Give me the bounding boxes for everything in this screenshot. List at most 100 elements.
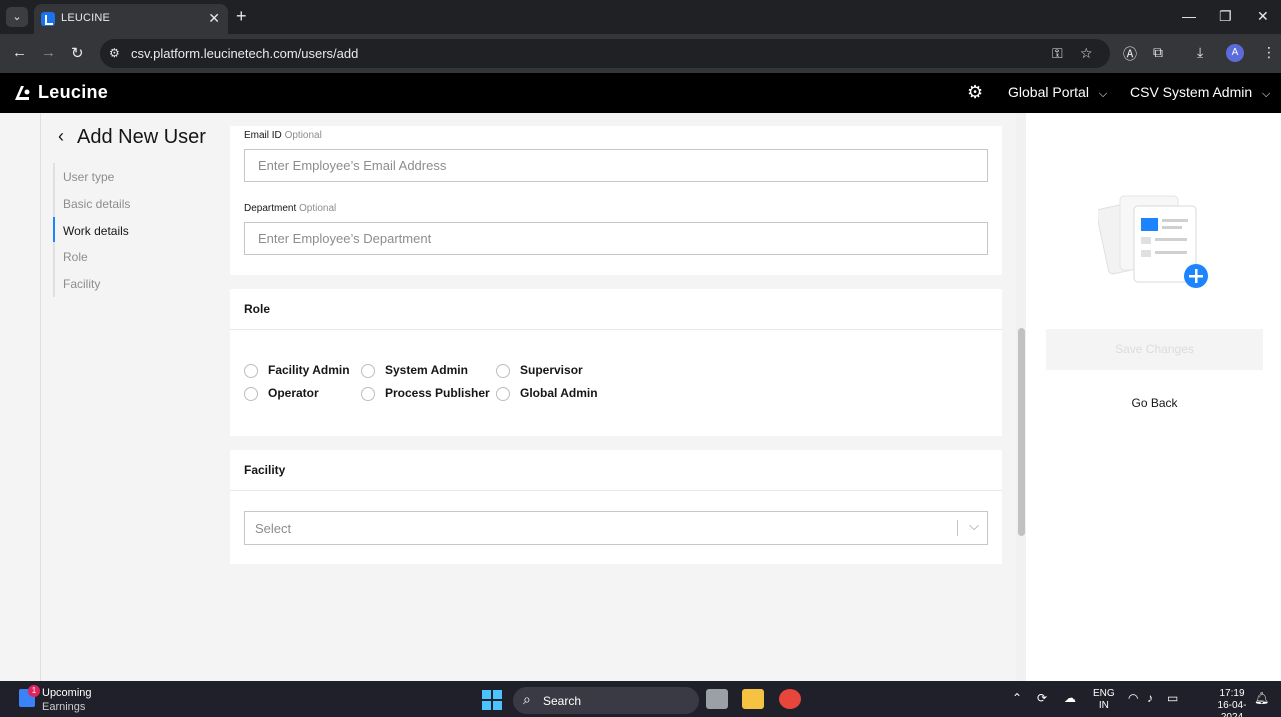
tray-overflow-icon[interactable]: ⌃: [1012, 691, 1022, 705]
radio-circle[interactable]: [496, 364, 510, 378]
language-code: ENG: [1093, 688, 1115, 699]
email-optional-tag: Optional: [284, 130, 322, 141]
facility-select[interactable]: Select ⌵: [244, 511, 988, 545]
file-explorer-icon[interactable]: [742, 689, 764, 709]
facility-card: Facility Select ⌵: [230, 450, 1002, 564]
divider: [230, 490, 1002, 491]
role-card: Role Facility Admin System Admin Supervi…: [230, 289, 1002, 436]
close-tab-icon[interactable]: ✕: [208, 10, 220, 27]
windows-start-icon[interactable]: [482, 690, 502, 710]
address-bar[interactable]: ⚙ csv.platform.leucinetech.com/users/add…: [100, 39, 1110, 68]
chrome-icon[interactable]: [779, 689, 801, 709]
news-widget-title[interactable]: Upcoming: [42, 687, 92, 699]
radio-circle[interactable]: [361, 387, 375, 401]
window-close-icon[interactable]: ✕: [1257, 8, 1269, 25]
app-header: Leucine ⚙ Global Portal ⌵ CSV System Adm…: [0, 73, 1281, 113]
scrollbar-thumb[interactable]: [1018, 328, 1025, 536]
new-tab-button[interactable]: +: [236, 6, 247, 27]
news-widget-subtitle[interactable]: Earnings: [42, 701, 85, 713]
settings-gear-icon[interactable]: ⚙: [967, 82, 983, 103]
radio-label[interactable]: Operator: [268, 386, 319, 400]
radio-label[interactable]: Supervisor: [520, 363, 583, 377]
reload-icon[interactable]: ↻: [71, 44, 84, 62]
radio-label[interactable]: System Admin: [385, 363, 468, 377]
radio-circle[interactable]: [361, 364, 375, 378]
clock[interactable]: 17:1916-04-2024: [1212, 688, 1252, 717]
chevron-down-icon: ⌵: [1262, 88, 1271, 100]
notification-bell-icon[interactable]: 🔔︎: [1254, 691, 1269, 705]
radio-circle[interactable]: [496, 387, 510, 401]
volume-icon[interactable]: ♪: [1147, 691, 1153, 705]
step-facility[interactable]: Facility: [63, 277, 100, 291]
bookmark-star-icon[interactable]: ☆: [1080, 45, 1093, 62]
download-icon[interactable]: ⤓: [1197, 44, 1203, 61]
step-basic-details[interactable]: Basic details: [63, 197, 130, 211]
add-document-illustration-icon: [1098, 195, 1208, 288]
back-nav-icon[interactable]: ←: [12, 44, 27, 61]
taskbar-search[interactable]: ⌕ Search: [513, 687, 699, 714]
leucine-logo-icon: [15, 86, 30, 100]
step-active-indicator: [53, 217, 55, 242]
tab-search-button[interactable]: ⌄: [6, 7, 28, 27]
taskbar-search-label: Search: [543, 694, 582, 708]
portal-menu-label: Global Portal: [1008, 84, 1089, 100]
back-arrow-icon[interactable]: ‹: [58, 126, 64, 147]
password-key-icon[interactable]: ⚿: [1052, 45, 1063, 62]
extensions-icon[interactable]: ⧉: [1153, 44, 1163, 61]
step-user-type[interactable]: User type: [63, 170, 114, 184]
work-details-card: Email ID Optional Enter Employee’s Email…: [230, 126, 1002, 275]
battery-icon[interactable]: ▭: [1167, 691, 1178, 705]
page-title: Add New User: [77, 126, 206, 148]
radio-label[interactable]: Global Admin: [520, 386, 598, 400]
user-menu[interactable]: CSV System Admin ⌵: [1130, 84, 1270, 101]
windows-taskbar: 1 Upcoming Earnings ⌕ Search ⌃ ⟳ ☁ ENG IN…: [0, 681, 1281, 717]
save-changes-button[interactable]: Save Changes: [1046, 329, 1263, 370]
radio-circle[interactable]: [244, 364, 258, 378]
news-badge: 1: [28, 685, 40, 697]
department-field[interactable]: Enter Employee’s Department: [244, 222, 988, 255]
tab-title: LEUCINE: [61, 12, 111, 24]
profile-avatar[interactable]: A: [1226, 44, 1244, 62]
browser-tab[interactable]: LEUCINE ✕: [34, 4, 228, 34]
browser-toolbar: ← → ↻ ⚙ csv.platform.leucinetech.com/use…: [0, 34, 1281, 73]
portal-menu[interactable]: Global Portal ⌵: [1008, 84, 1107, 101]
region-code: IN: [1098, 700, 1109, 711]
search-icon: ⌕: [523, 691, 531, 707]
divider: [230, 329, 1002, 330]
translate-icon[interactable]: Ⓐ: [1123, 44, 1137, 64]
task-view-icon[interactable]: [706, 689, 728, 709]
clock-time: 17:19: [1219, 688, 1245, 699]
wifi-icon[interactable]: ◠: [1128, 691, 1138, 705]
brand-name: Leucine: [38, 82, 109, 102]
email-field[interactable]: Enter Employee’s Email Address: [244, 149, 988, 182]
step-work-details[interactable]: Work details: [63, 224, 129, 238]
department-label: Department Optional: [244, 203, 336, 214]
language-indicator[interactable]: ENG IN: [1093, 688, 1115, 712]
clock-date: 16-04-2024: [1217, 700, 1247, 717]
forward-nav-icon[interactable]: →: [41, 44, 56, 61]
radio-label[interactable]: Process Publisher: [385, 386, 490, 400]
url-text[interactable]: csv.platform.leucinetech.com/users/add: [131, 46, 358, 61]
step-role[interactable]: Role: [63, 250, 88, 264]
chevron-down-icon: ⌵: [1098, 88, 1108, 100]
facility-section-title: Facility: [244, 463, 286, 477]
email-label: Email ID Optional: [244, 130, 322, 141]
sync-icon[interactable]: ⟳: [1037, 691, 1047, 705]
chevron-down-icon[interactable]: ⌵: [969, 518, 979, 534]
go-back-button[interactable]: Go Back: [1046, 396, 1263, 410]
select-divider: [957, 520, 958, 536]
browser-menu-icon[interactable]: ⋮: [1262, 44, 1276, 61]
site-info-icon[interactable]: ⚙: [109, 46, 120, 60]
email-label-text: Email ID: [244, 130, 282, 141]
department-optional-tag: Optional: [299, 203, 337, 214]
restore-icon[interactable]: ❐: [1219, 8, 1232, 25]
onedrive-cloud-icon[interactable]: ☁: [1064, 691, 1076, 705]
department-label-text: Department: [244, 203, 297, 214]
minimize-icon[interactable]: —: [1182, 8, 1196, 24]
radio-label[interactable]: Facility Admin: [268, 363, 350, 377]
role-section-title: Role: [244, 302, 271, 316]
radio-circle[interactable]: [244, 387, 258, 401]
browser-tab-strip: ⌄ LEUCINE ✕ + — ❐ ✕: [0, 0, 1281, 34]
facility-select-placeholder: Select: [255, 521, 292, 536]
user-menu-label: CSV System Admin: [1130, 84, 1253, 100]
